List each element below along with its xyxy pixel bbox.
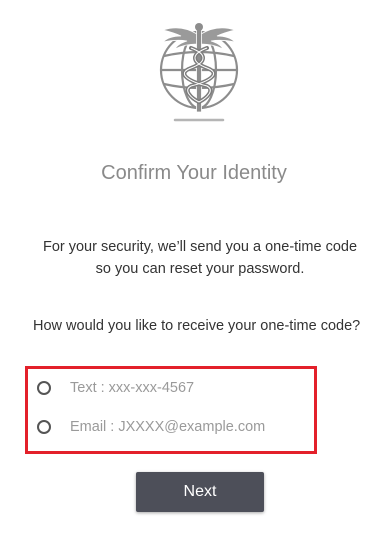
- email-option[interactable]: Email : JXXXX@example.com: [37, 416, 265, 438]
- next-button[interactable]: Next: [136, 472, 264, 512]
- text-option[interactable]: Text : xxx-xxx-4567: [37, 377, 194, 399]
- email-option-label[interactable]: Email : JXXXX@example.com: [70, 419, 265, 435]
- caduceus-globe-icon: [151, 14, 247, 124]
- page-title: Confirm Your Identity: [101, 162, 287, 184]
- text-option-radio[interactable]: [37, 381, 51, 395]
- email-option-radio[interactable]: [37, 420, 51, 434]
- intro-text: For your security, we’ll send you a one-…: [42, 239, 358, 277]
- text-option-label[interactable]: Text : xxx-xxx-4567: [70, 380, 194, 396]
- delivery-question: How would you like to receive your one-t…: [33, 318, 361, 334]
- delivery-options-group: Text : xxx-xxx-4567 Email : JXXXX@exampl…: [25, 366, 317, 454]
